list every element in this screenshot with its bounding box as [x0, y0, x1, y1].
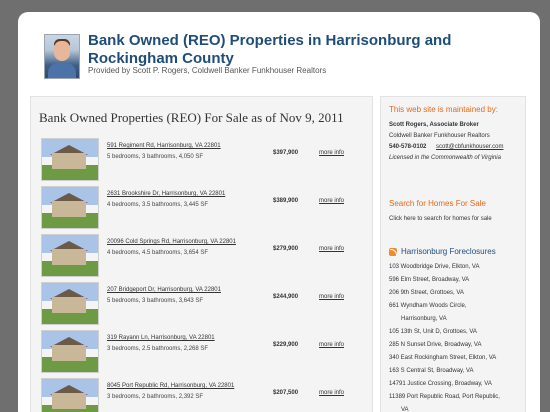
- listing-price: $207,500: [273, 390, 299, 396]
- listing-address-link[interactable]: 207 Bridgeport Dr, Harrisonburg, VA 2280…: [107, 287, 287, 293]
- listing-row: 2631 Brookshire Dr, Harrisonburg, VA 228…: [41, 186, 363, 229]
- foreclosures-heading[interactable]: Harrisonburg Foreclosures: [401, 247, 496, 256]
- listing-details: 3 bedrooms, 2 bathrooms, 2,392 SF: [107, 394, 204, 400]
- search-heading[interactable]: Search for Homes For Sale: [389, 199, 486, 208]
- listing-photo[interactable]: [41, 138, 99, 181]
- listing-address-link[interactable]: 319 Rayann Ln, Harrisonburg, VA 22801: [107, 335, 287, 341]
- listing-details: 4 bedrooms, 3.5 bathrooms, 3,445 SF: [107, 202, 209, 208]
- listing-row: 591 Regiment Rd, Harrisonburg, VA 22801 …: [41, 138, 363, 181]
- listing-row: 20096 Cold Springs Rd, Harrisonburg, VA …: [41, 234, 363, 277]
- listing-price: $244,900: [273, 294, 299, 300]
- search-link[interactable]: Click here to search for homes for sale: [389, 216, 492, 222]
- page: Bank Owned (REO) Properties in Harrisonb…: [18, 12, 540, 412]
- foreclosure-item[interactable]: 340 East Rockingham Street, Elkton, VA: [389, 355, 496, 361]
- listing-row: 8045 Port Republic Rd, Harrisonburg, VA …: [41, 378, 363, 412]
- maintained-heading: This web site is maintained by:: [389, 105, 498, 114]
- listing-price: $279,900: [273, 246, 299, 252]
- email-link[interactable]: scott@cbfunkhouser.com: [436, 144, 503, 150]
- listing-details: 3 bedrooms, 2.5 bathrooms, 2,268 SF: [107, 346, 209, 352]
- listing-photo[interactable]: [41, 330, 99, 373]
- foreclosure-item[interactable]: 596 Elm Street, Broadway, VA: [389, 277, 469, 283]
- listing-price: $229,900: [273, 342, 299, 348]
- license-text: Licensed in the Commonwealth of Virginia: [389, 155, 501, 161]
- more-info-link[interactable]: more info: [319, 342, 363, 348]
- listing-details: 5 bedrooms, 3 bathrooms, 3,643 SF: [107, 298, 204, 304]
- listing-photo[interactable]: [41, 186, 99, 229]
- agent-photo: [44, 34, 80, 79]
- more-info-link[interactable]: more info: [319, 198, 363, 204]
- listing-photo[interactable]: [41, 378, 99, 412]
- listing-details: 4 bedrooms, 4.5 bathrooms, 3,654 SF: [107, 250, 209, 256]
- rss-icon[interactable]: [389, 248, 397, 256]
- listing-price: $389,900: [273, 198, 299, 204]
- listing-row: 319 Rayann Ln, Harrisonburg, VA 22801 3 …: [41, 330, 363, 373]
- listing-address-link[interactable]: 591 Regiment Rd, Harrisonburg, VA 22801: [107, 143, 287, 149]
- more-info-link[interactable]: more info: [319, 150, 363, 156]
- listing-price: $397,900: [273, 150, 299, 156]
- more-info-link[interactable]: more info: [319, 390, 363, 396]
- listing-photo[interactable]: [41, 234, 99, 277]
- more-info-link[interactable]: more info: [319, 294, 363, 300]
- sidebar: This web site is maintained by: Scott Ro…: [380, 96, 526, 412]
- more-info-link[interactable]: more info: [319, 246, 363, 252]
- foreclosure-item[interactable]: 163 S Central St, Broadway, VA: [389, 368, 474, 374]
- phone-number: 540-578-0102: [389, 144, 427, 150]
- foreclosure-item[interactable]: 103 Woodbridge Drive, Elkton, VA: [389, 264, 480, 270]
- foreclosure-item[interactable]: 206 9th Street, Grottoes, VA: [389, 290, 464, 296]
- agent-name: Scott Rogers, Associate Broker: [389, 122, 479, 128]
- listing-address-link[interactable]: 8045 Port Republic Rd, Harrisonburg, VA …: [107, 383, 287, 389]
- foreclosure-item[interactable]: 285 N Sunset Drive, Broadway, VA: [389, 342, 482, 348]
- main-listings-panel: Bank Owned Properties (REO) For Sale as …: [30, 96, 373, 412]
- company-name: Coldwell Banker Funkhouser Realtors: [389, 133, 490, 139]
- foreclosure-item[interactable]: 11389 Port Republic Road, Port Republic,: [389, 394, 500, 400]
- listing-address-link[interactable]: 2631 Brookshire Dr, Harrisonburg, VA 228…: [107, 191, 287, 197]
- foreclosure-item[interactable]: Harrisonburg, VA: [401, 316, 447, 322]
- foreclosure-item[interactable]: VA: [401, 407, 409, 412]
- page-subtitle: Provided by Scott P. Rogers, Coldwell Ba…: [88, 66, 327, 75]
- listing-address-link[interactable]: 20096 Cold Springs Rd, Harrisonburg, VA …: [107, 239, 287, 245]
- listing-row: 207 Bridgeport Dr, Harrisonburg, VA 2280…: [41, 282, 363, 325]
- listing-photo[interactable]: [41, 282, 99, 325]
- foreclosure-item[interactable]: 105 13th St, Unit D, Grottoes, VA: [389, 329, 477, 335]
- foreclosure-item[interactable]: 661 Wyndham Woods Circle,: [389, 303, 467, 309]
- listing-details: 5 bedrooms, 3 bathrooms, 4,050 SF: [107, 154, 204, 160]
- page-title: Bank Owned (REO) Properties in Harrisonb…: [88, 32, 452, 67]
- header: Bank Owned (REO) Properties in Harrisonb…: [18, 12, 540, 90]
- foreclosure-item[interactable]: 14791 Justice Crossing, Broadway, VA: [389, 381, 492, 387]
- listings-heading: Bank Owned Properties (REO) For Sale as …: [39, 110, 344, 125]
